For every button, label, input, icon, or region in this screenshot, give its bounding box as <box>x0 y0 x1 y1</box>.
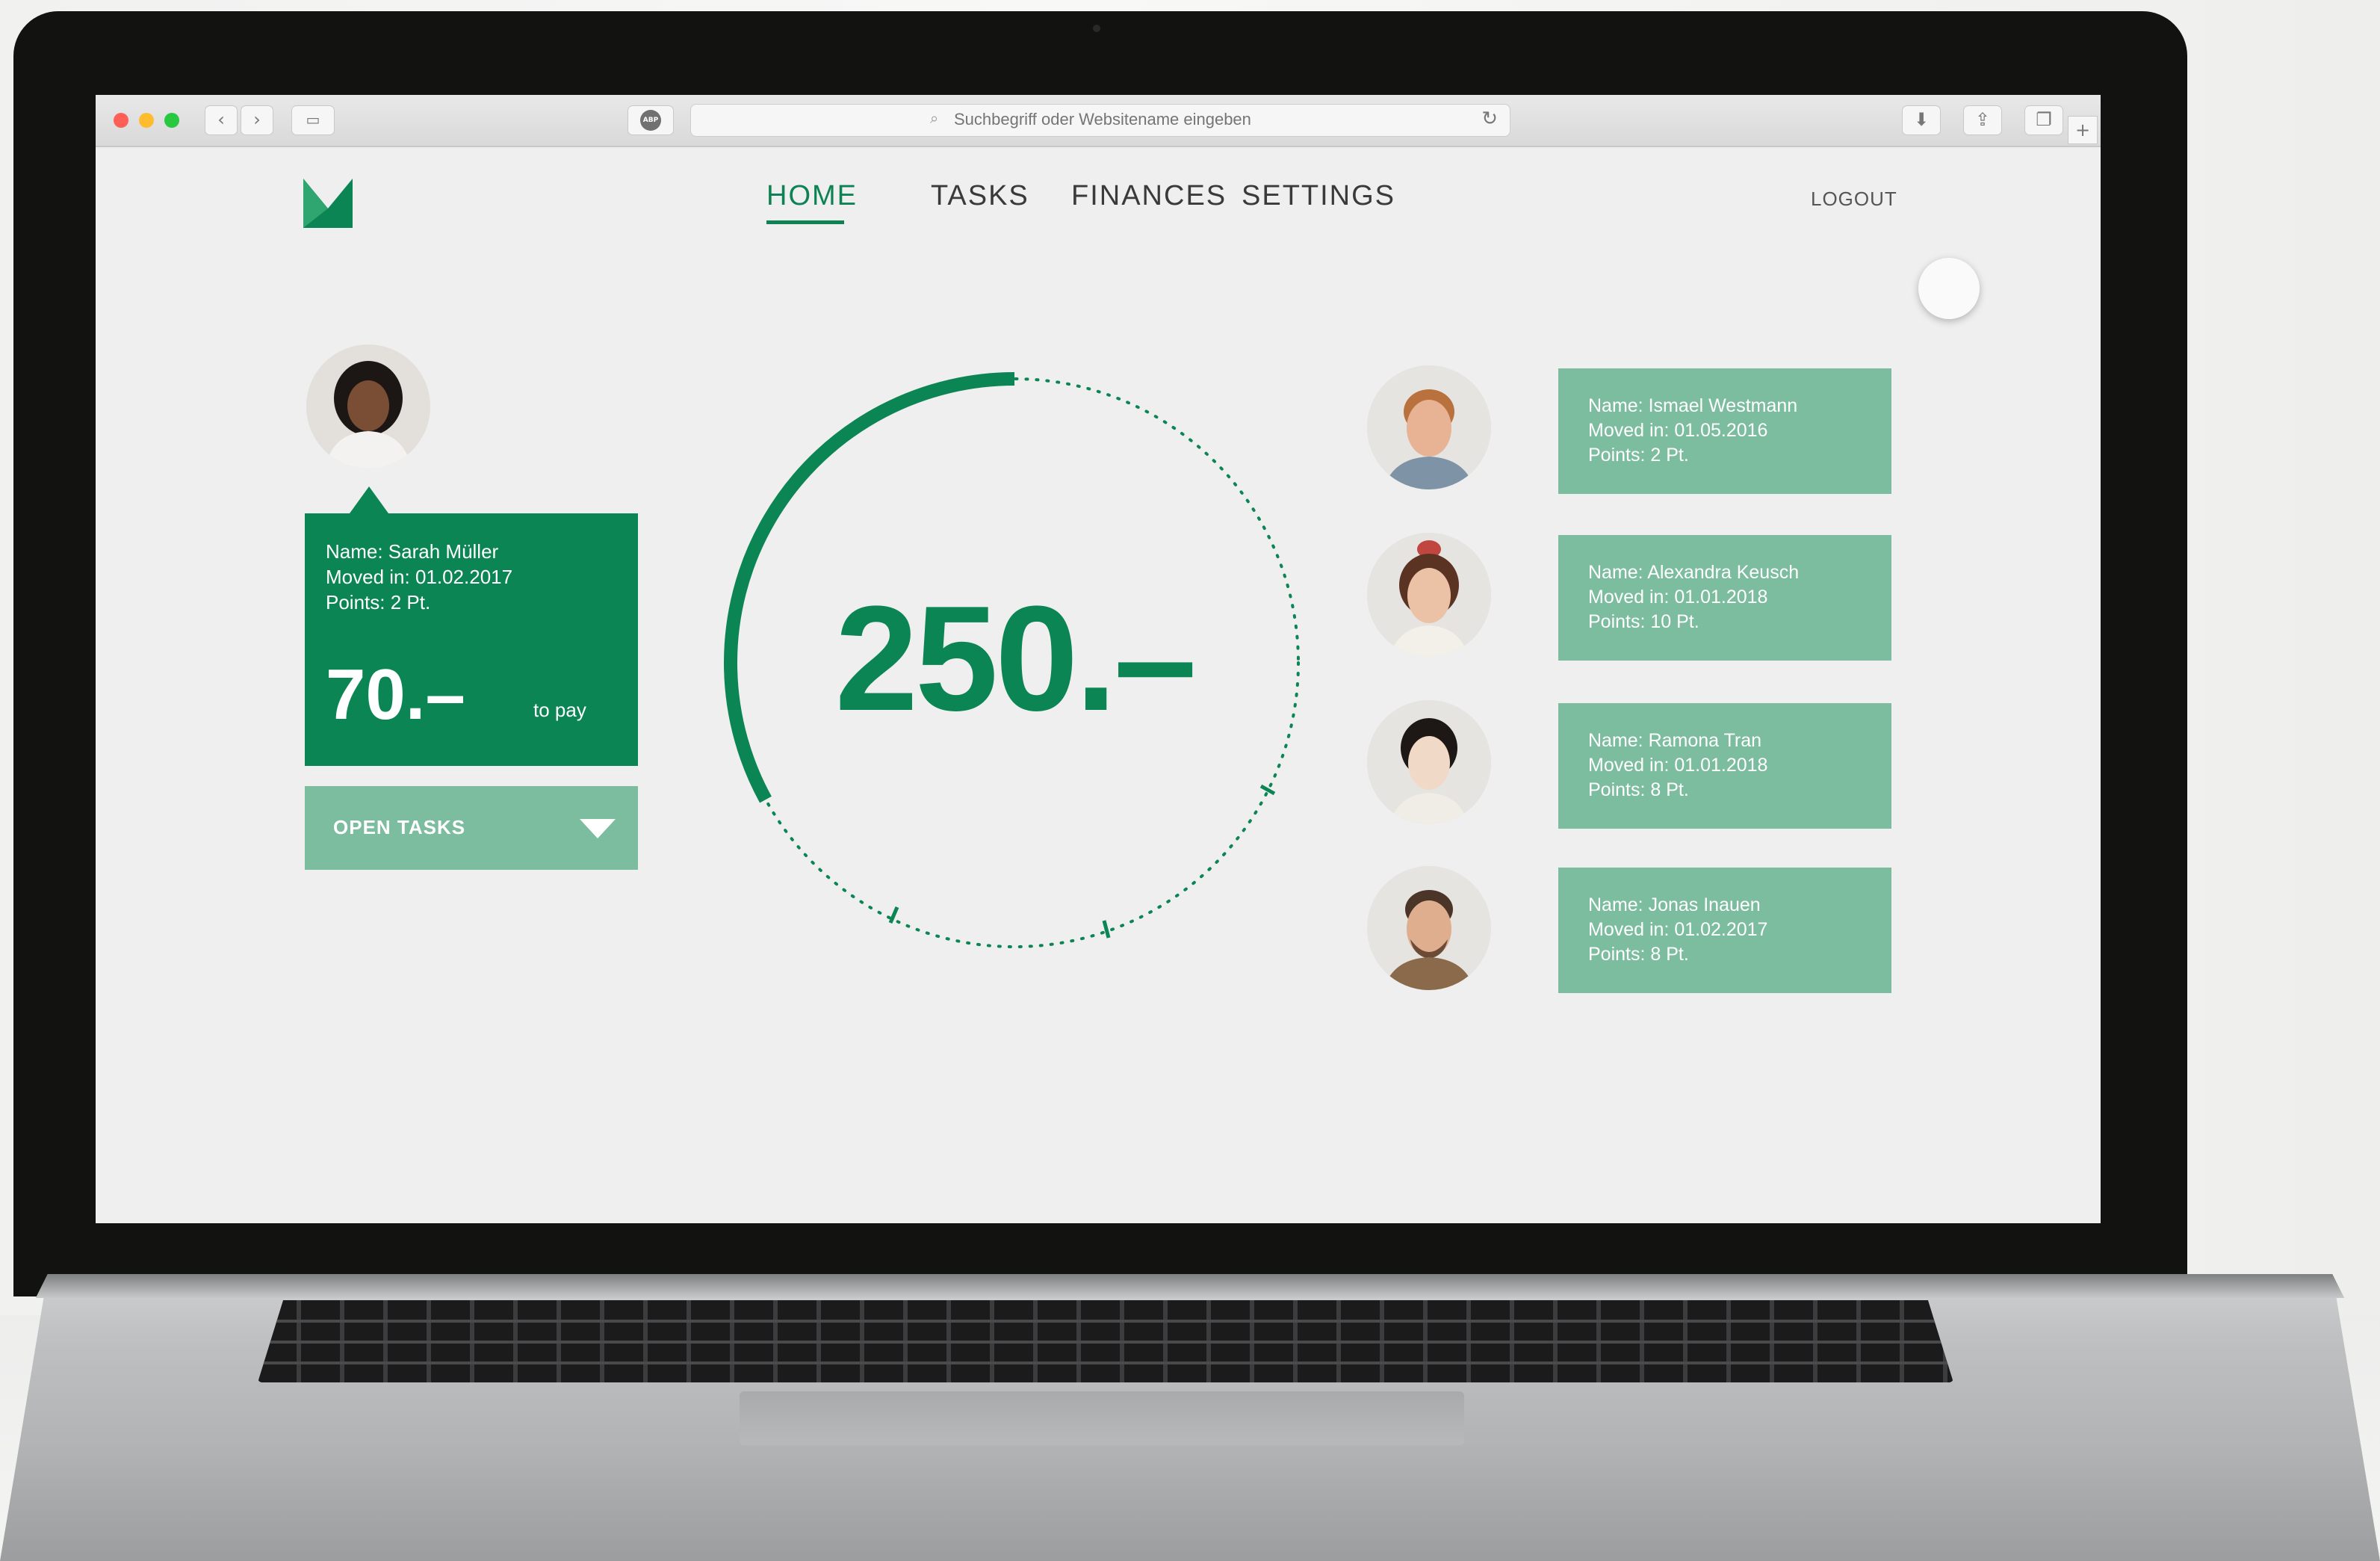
roommate-name: Name: Ramona Tran <box>1588 730 1762 751</box>
roommate-name: Name: Alexandra Keusch <box>1588 562 1800 583</box>
roommate-avatar-icon <box>1367 866 1491 990</box>
gauge-tick <box>1259 784 1276 796</box>
forward-button[interactable]: › <box>241 105 273 135</box>
gauge-tick <box>888 906 899 924</box>
app-logo <box>303 179 353 228</box>
camera-icon <box>1093 25 1100 32</box>
user-moved-in: Moved in: 01.02.2017 <box>326 566 513 588</box>
roommate-name: Name: Ismael Westmann <box>1588 395 1798 416</box>
close-window-button[interactable] <box>114 113 128 128</box>
adblock-icon: ABP <box>640 110 661 131</box>
chevron-down-icon <box>580 819 616 838</box>
roommate-card: Name: Ramona Tran Moved in: 01.01.2018 P… <box>1558 703 1891 829</box>
nav-finances[interactable]: FINANCES <box>1071 180 1227 212</box>
roommate-moved-in: Moved in: 01.02.2017 <box>1588 919 1768 940</box>
nav-tasks[interactable]: TASKS <box>931 180 1029 212</box>
new-tab-icon[interactable]: + <box>2068 116 2098 144</box>
laptop-hinge <box>35 1274 2345 1298</box>
roommate-points: Points: 8 Pt. <box>1588 779 1689 800</box>
avatar <box>1367 866 1491 990</box>
avatar <box>1367 365 1491 489</box>
nav-settings[interactable]: SETTINGS <box>1242 180 1395 212</box>
share-icon[interactable]: ⇪ <box>1963 105 2002 135</box>
search-icon: ⌕ <box>930 109 939 127</box>
reload-icon[interactable]: ↻ <box>1481 108 1498 130</box>
gauge-tick <box>1102 920 1111 939</box>
roommate-name: Name: Jonas Inauen <box>1588 894 1761 915</box>
address-input[interactable] <box>952 109 1344 130</box>
amount-caption: to pay <box>533 699 586 721</box>
total-amount: 250.– <box>834 575 1197 742</box>
avatar <box>1367 533 1491 657</box>
address-bar[interactable]: ⌕ ↻ <box>690 104 1510 137</box>
trackpad <box>740 1391 1464 1445</box>
user-avatar-icon <box>306 344 430 469</box>
avatar <box>306 344 430 469</box>
back-button[interactable]: ‹ <box>205 105 238 135</box>
nav-home[interactable]: HOME <box>766 180 858 212</box>
logout-button[interactable]: LOGOUT <box>1811 188 1897 211</box>
current-user-info: Name: Sarah Müller Moved in: 01.02.2017 … <box>326 539 512 615</box>
downloads-icon[interactable]: ⬇ <box>1902 105 1941 135</box>
roommate-card: Name: Jonas Inauen Moved in: 01.02.2017 … <box>1558 868 1891 993</box>
roommate-card: Name: Alexandra Keusch Moved in: 01.01.2… <box>1558 535 1891 661</box>
roommate-avatar-icon <box>1367 700 1491 824</box>
tabs-overview-icon[interactable]: ❐ <box>2024 105 2063 135</box>
adblock-button[interactable]: ABP <box>627 105 674 135</box>
nav-active-indicator <box>766 220 844 224</box>
open-tasks-button[interactable]: OPEN TASKS <box>305 786 638 870</box>
maximize-window-button[interactable] <box>164 113 179 128</box>
roommate-avatar-icon <box>1367 365 1491 489</box>
minimize-window-button[interactable] <box>139 113 154 128</box>
laptop-keyboard <box>258 1300 1953 1382</box>
profile-toggle-button[interactable] <box>1918 258 1980 319</box>
sidebar-toggle-icon[interactable]: ▭ <box>291 105 335 135</box>
amount-to-pay: 70.– <box>326 655 465 735</box>
user-name: Name: Sarah Müller <box>326 540 499 563</box>
roommate-moved-in: Moved in: 01.05.2016 <box>1588 420 1768 441</box>
roommate-avatar-icon <box>1367 533 1491 657</box>
current-user-card: Name: Sarah Müller Moved in: 01.02.2017 … <box>305 486 638 766</box>
roommate-moved-in: Moved in: 01.01.2018 <box>1588 587 1768 608</box>
roommate-points: Points: 8 Pt. <box>1588 944 1689 965</box>
roommate-moved-in: Moved in: 01.01.2018 <box>1588 755 1768 776</box>
open-tasks-label: OPEN TASKS <box>333 816 466 838</box>
user-points: Points: 2 Pt. <box>326 591 431 613</box>
roommate-points: Points: 2 Pt. <box>1588 445 1689 466</box>
app-screen: ‹ › ▭ ABP ⌕ ↻ ⬇ ⇪ ❐ + HOME TASKS FINANCE… <box>96 95 2101 1223</box>
roommate-points: Points: 10 Pt. <box>1588 611 1699 632</box>
roommate-card: Name: Ismael Westmann Moved in: 01.05.20… <box>1558 368 1891 494</box>
browser-toolbar: ‹ › ▭ ABP ⌕ ↻ ⬇ ⇪ ❐ + <box>96 95 2101 147</box>
avatar <box>1367 700 1491 824</box>
